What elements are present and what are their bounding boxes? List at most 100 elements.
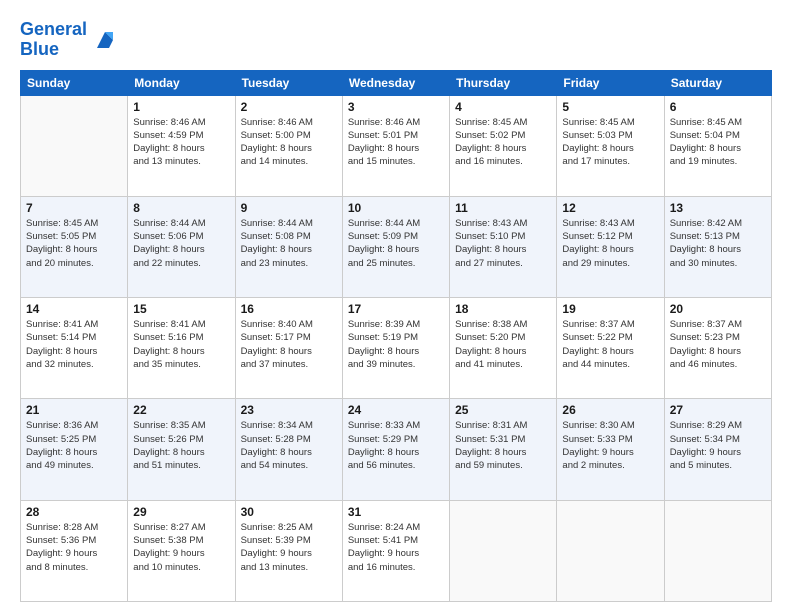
day-number: 27	[670, 403, 766, 417]
calendar-cell: 4Sunrise: 8:45 AM Sunset: 5:02 PM Daylig…	[450, 95, 557, 196]
weekday-header-tuesday: Tuesday	[235, 70, 342, 95]
calendar-cell: 21 Sunrise: 8:36 AM Sunset: 5:25 PM Dayli…	[21, 399, 128, 500]
calendar-cell	[450, 500, 557, 601]
day-info: Sunrise: 8:34 AM Sunset: 5:28 PM Dayligh…	[241, 419, 337, 472]
day-info: Sunrise: 8:44 AM Sunset: 5:06 PM Dayligh…	[133, 217, 229, 270]
day-info: Sunrise: 8:36 AM Sunset: 5:25 PM Dayligh…	[26, 419, 122, 472]
calendar-cell: 14Sunrise: 8:41 AM Sunset: 5:14 PM Dayli…	[21, 298, 128, 399]
calendar-row-4: 21 Sunrise: 8:36 AM Sunset: 5:25 PM Dayli…	[21, 399, 772, 500]
logo-text: General	[20, 20, 87, 40]
day-info: Sunrise: 8:45 AM Sunset: 5:05 PM Dayligh…	[26, 217, 122, 270]
calendar-cell: 27 Sunrise: 8:29 AM Sunset: 5:34 PM Dayli…	[664, 399, 771, 500]
calendar-cell: 15Sunrise: 8:41 AM Sunset: 5:16 PM Dayli…	[128, 298, 235, 399]
day-number: 26	[562, 403, 658, 417]
header: General Blue	[20, 20, 772, 60]
day-number: 18	[455, 302, 551, 316]
calendar-cell: 12Sunrise: 8:43 AM Sunset: 5:12 PM Dayli…	[557, 196, 664, 297]
day-number: 6	[670, 100, 766, 114]
calendar-cell: 31Sunrise: 8:24 AM Sunset: 5:41 PM Dayli…	[342, 500, 449, 601]
day-number: 1	[133, 100, 229, 114]
day-info: Sunrise: 8:45 AM Sunset: 5:04 PM Dayligh…	[670, 116, 766, 169]
day-number: 21	[26, 403, 122, 417]
calendar-row-1: 1 Sunrise: 8:46 AM Sunset: 4:59 PM Daylig…	[21, 95, 772, 196]
weekday-header-monday: Monday	[128, 70, 235, 95]
day-info: Sunrise: 8:25 AM Sunset: 5:39 PM Dayligh…	[241, 521, 337, 574]
calendar-cell: 8Sunrise: 8:44 AM Sunset: 5:06 PM Daylig…	[128, 196, 235, 297]
day-info: Sunrise: 8:41 AM Sunset: 5:14 PM Dayligh…	[26, 318, 122, 371]
calendar-cell: 6 Sunrise: 8:45 AM Sunset: 5:04 PM Daylig…	[664, 95, 771, 196]
calendar-cell: 22 Sunrise: 8:35 AM Sunset: 5:26 PM Dayli…	[128, 399, 235, 500]
calendar-row-2: 7 Sunrise: 8:45 AM Sunset: 5:05 PM Daylig…	[21, 196, 772, 297]
page: General Blue SundayMondayTuesdayWednesda…	[0, 0, 792, 612]
day-number: 29	[133, 505, 229, 519]
logo-general: General	[20, 19, 87, 39]
day-number: 3	[348, 100, 444, 114]
calendar-cell	[557, 500, 664, 601]
day-info: Sunrise: 8:33 AM Sunset: 5:29 PM Dayligh…	[348, 419, 444, 472]
calendar-row-3: 14Sunrise: 8:41 AM Sunset: 5:14 PM Dayli…	[21, 298, 772, 399]
logo-blue-text: Blue	[20, 39, 59, 59]
day-info: Sunrise: 8:31 AM Sunset: 5:31 PM Dayligh…	[455, 419, 551, 472]
calendar-cell: 25 Sunrise: 8:31 AM Sunset: 5:31 PM Dayli…	[450, 399, 557, 500]
calendar-cell	[21, 95, 128, 196]
calendar-cell: 24 Sunrise: 8:33 AM Sunset: 5:29 PM Dayli…	[342, 399, 449, 500]
calendar-cell: 2Sunrise: 8:46 AM Sunset: 5:00 PM Daylig…	[235, 95, 342, 196]
day-info: Sunrise: 8:37 AM Sunset: 5:22 PM Dayligh…	[562, 318, 658, 371]
calendar-cell: 28 Sunrise: 8:28 AM Sunset: 5:36 PM Dayli…	[21, 500, 128, 601]
weekday-header-wednesday: Wednesday	[342, 70, 449, 95]
calendar-cell	[664, 500, 771, 601]
calendar-cell: 20 Sunrise: 8:37 AM Sunset: 5:23 PM Dayli…	[664, 298, 771, 399]
day-number: 22	[133, 403, 229, 417]
calendar-table: SundayMondayTuesdayWednesdayThursdayFrid…	[20, 70, 772, 602]
calendar-cell: 30Sunrise: 8:25 AM Sunset: 5:39 PM Dayli…	[235, 500, 342, 601]
weekday-header-row: SundayMondayTuesdayWednesdayThursdayFrid…	[21, 70, 772, 95]
day-info: Sunrise: 8:46 AM Sunset: 4:59 PM Dayligh…	[133, 116, 229, 169]
calendar-cell: 7 Sunrise: 8:45 AM Sunset: 5:05 PM Daylig…	[21, 196, 128, 297]
calendar-cell: 10 Sunrise: 8:44 AM Sunset: 5:09 PM Dayli…	[342, 196, 449, 297]
day-info: Sunrise: 8:29 AM Sunset: 5:34 PM Dayligh…	[670, 419, 766, 472]
day-number: 5	[562, 100, 658, 114]
day-info: Sunrise: 8:30 AM Sunset: 5:33 PM Dayligh…	[562, 419, 658, 472]
day-info: Sunrise: 8:43 AM Sunset: 5:12 PM Dayligh…	[562, 217, 658, 270]
day-number: 15	[133, 302, 229, 316]
day-number: 28	[26, 505, 122, 519]
day-number: 13	[670, 201, 766, 215]
calendar-cell: 5 Sunrise: 8:45 AM Sunset: 5:03 PM Daylig…	[557, 95, 664, 196]
day-info: Sunrise: 8:45 AM Sunset: 5:02 PM Dayligh…	[455, 116, 551, 169]
calendar-cell: 16Sunrise: 8:40 AM Sunset: 5:17 PM Dayli…	[235, 298, 342, 399]
day-info: Sunrise: 8:27 AM Sunset: 5:38 PM Dayligh…	[133, 521, 229, 574]
day-number: 24	[348, 403, 444, 417]
calendar-cell: 13 Sunrise: 8:42 AM Sunset: 5:13 PM Dayli…	[664, 196, 771, 297]
day-info: Sunrise: 8:24 AM Sunset: 5:41 PM Dayligh…	[348, 521, 444, 574]
day-info: Sunrise: 8:37 AM Sunset: 5:23 PM Dayligh…	[670, 318, 766, 371]
day-info: Sunrise: 8:43 AM Sunset: 5:10 PM Dayligh…	[455, 217, 551, 270]
calendar-row-5: 28 Sunrise: 8:28 AM Sunset: 5:36 PM Dayli…	[21, 500, 772, 601]
weekday-header-saturday: Saturday	[664, 70, 771, 95]
logo: General Blue	[20, 20, 119, 60]
day-number: 7	[26, 201, 122, 215]
day-number: 9	[241, 201, 337, 215]
day-number: 19	[562, 302, 658, 316]
day-number: 20	[670, 302, 766, 316]
day-info: Sunrise: 8:42 AM Sunset: 5:13 PM Dayligh…	[670, 217, 766, 270]
day-info: Sunrise: 8:46 AM Sunset: 5:01 PM Dayligh…	[348, 116, 444, 169]
day-number: 2	[241, 100, 337, 114]
day-info: Sunrise: 8:44 AM Sunset: 5:08 PM Dayligh…	[241, 217, 337, 270]
day-number: 23	[241, 403, 337, 417]
day-info: Sunrise: 8:38 AM Sunset: 5:20 PM Dayligh…	[455, 318, 551, 371]
calendar-cell: 26 Sunrise: 8:30 AM Sunset: 5:33 PM Dayli…	[557, 399, 664, 500]
day-number: 25	[455, 403, 551, 417]
logo-blue: Blue	[20, 40, 87, 60]
day-info: Sunrise: 8:44 AM Sunset: 5:09 PM Dayligh…	[348, 217, 444, 270]
day-number: 11	[455, 201, 551, 215]
calendar-cell: 19 Sunrise: 8:37 AM Sunset: 5:22 PM Dayli…	[557, 298, 664, 399]
day-info: Sunrise: 8:28 AM Sunset: 5:36 PM Dayligh…	[26, 521, 122, 574]
day-info: Sunrise: 8:45 AM Sunset: 5:03 PM Dayligh…	[562, 116, 658, 169]
day-info: Sunrise: 8:35 AM Sunset: 5:26 PM Dayligh…	[133, 419, 229, 472]
calendar-cell: 11 Sunrise: 8:43 AM Sunset: 5:10 PM Dayli…	[450, 196, 557, 297]
weekday-header-sunday: Sunday	[21, 70, 128, 95]
calendar-cell: 29 Sunrise: 8:27 AM Sunset: 5:38 PM Dayli…	[128, 500, 235, 601]
calendar-cell: 9 Sunrise: 8:44 AM Sunset: 5:08 PM Daylig…	[235, 196, 342, 297]
day-number: 10	[348, 201, 444, 215]
day-info: Sunrise: 8:40 AM Sunset: 5:17 PM Dayligh…	[241, 318, 337, 371]
